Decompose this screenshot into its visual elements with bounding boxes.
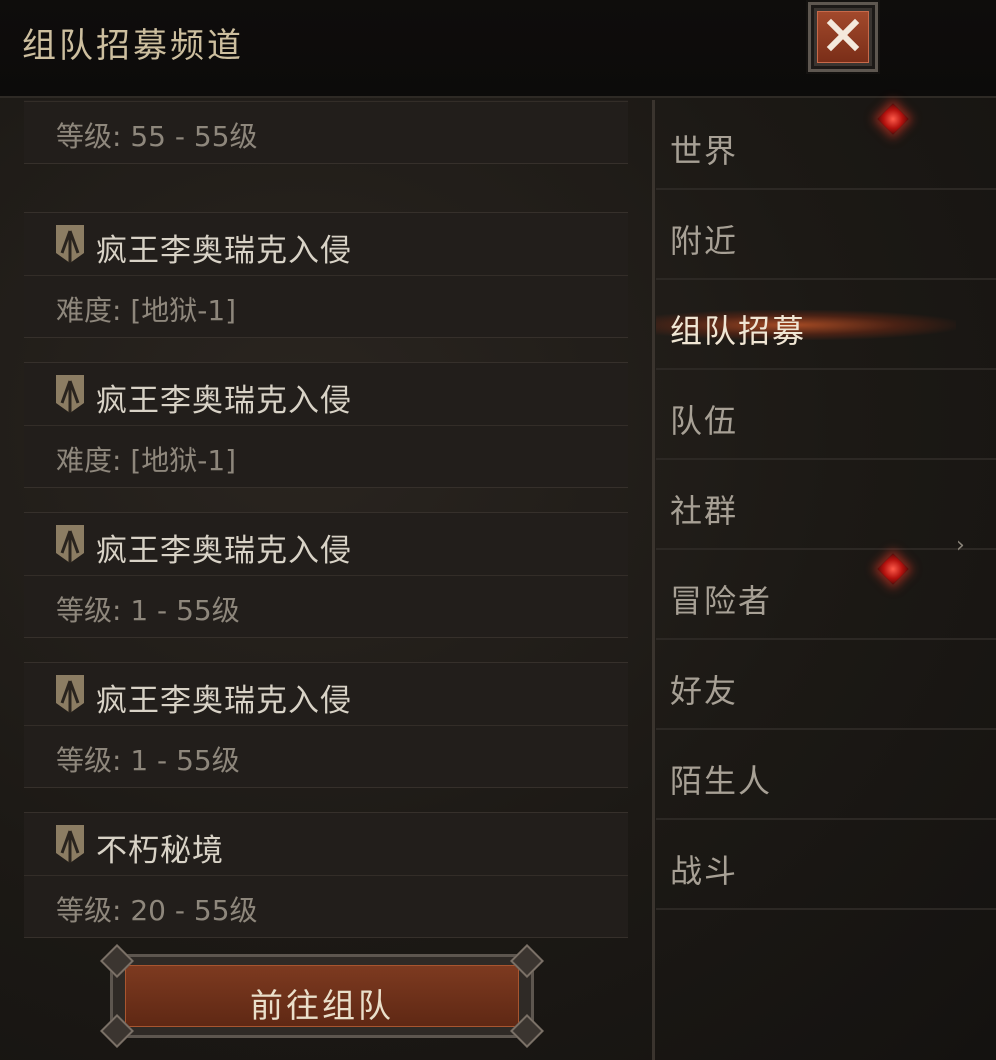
list-item[interactable]: 疯王李奥瑞克入侵 难度: [地狱-1] bbox=[24, 362, 628, 488]
detail-value: [地狱-1] bbox=[130, 444, 237, 477]
detail-value: 55 - 55级 bbox=[130, 120, 258, 153]
tab-strangers[interactable]: 陌生人 bbox=[656, 730, 996, 820]
detail-label: 等级: bbox=[56, 120, 122, 153]
tab-friends[interactable]: 好友 bbox=[656, 640, 996, 730]
recruit-list[interactable]: 等级: 55 - 55级 疯王李奥瑞克入侵 难度: [地狱-1] 疯王李奥瑞克入… bbox=[0, 100, 652, 942]
banner-icon bbox=[56, 675, 84, 713]
list-item-name: 疯王李奥瑞克入侵 bbox=[96, 233, 352, 269]
list-item[interactable]: 疯王李奥瑞克入侵 难度: [地狱-1] bbox=[24, 212, 628, 338]
list-item-detail: 等级: 20 - 55级 bbox=[56, 889, 258, 929]
chevron-right-icon[interactable]: › bbox=[956, 533, 965, 558]
detail-label: 等级: bbox=[56, 894, 122, 927]
notification-badge-icon bbox=[877, 103, 909, 135]
close-button[interactable] bbox=[808, 2, 878, 72]
banner-icon bbox=[56, 375, 84, 413]
tab-label: 队伍 bbox=[670, 402, 739, 440]
page-title: 组队招募频道 bbox=[22, 26, 244, 66]
banner-icon bbox=[56, 225, 84, 263]
tab-community[interactable]: 社群 bbox=[656, 460, 996, 550]
list-item-title-row: 疯王李奥瑞克入侵 bbox=[24, 663, 628, 726]
list-item[interactable]: 疯王李奥瑞克入侵 等级: 1 - 55级 bbox=[24, 512, 628, 638]
list-item[interactable]: 等级: 55 - 55级 bbox=[24, 100, 628, 164]
list-item-name: 疯王李奥瑞克入侵 bbox=[96, 383, 352, 419]
header: 组队招募频道 bbox=[0, 0, 996, 98]
tab-label: 好友 bbox=[670, 672, 739, 710]
tab-label: 社群 bbox=[670, 492, 739, 530]
detail-label: 等级: bbox=[56, 594, 122, 627]
list-item-detail: 难度: [地狱-1] bbox=[56, 439, 236, 479]
tab-label: 组队招募 bbox=[670, 312, 807, 350]
list-item-detail: 等级: 1 - 55级 bbox=[56, 589, 240, 629]
tab-label: 陌生人 bbox=[670, 762, 773, 800]
list-item-title-row bbox=[24, 100, 628, 102]
detail-value: 1 - 55级 bbox=[130, 594, 240, 627]
go-to-team-button[interactable]: 前往组队 bbox=[100, 944, 544, 1048]
close-icon[interactable] bbox=[823, 15, 863, 55]
list-item-title-row: 不朽秘境 bbox=[24, 813, 628, 876]
detail-value: [地狱-1] bbox=[130, 294, 237, 327]
detail-label: 难度: bbox=[56, 294, 122, 327]
list-item-name: 疯王李奥瑞克入侵 bbox=[96, 683, 352, 719]
detail-label: 难度: bbox=[56, 444, 122, 477]
list-item-title-row: 疯王李奥瑞克入侵 bbox=[24, 363, 628, 426]
list-item[interactable]: 不朽秘境 等级: 20 - 55级 bbox=[24, 812, 628, 938]
tab-combat[interactable]: 战斗 bbox=[656, 820, 996, 910]
banner-icon bbox=[56, 825, 84, 863]
tab-world[interactable]: 世界 bbox=[656, 100, 996, 190]
chat-window: 组队招募频道 等级: 55 - 55级 疯王李奥瑞克入侵 难度: [地狱-1] … bbox=[0, 0, 996, 1060]
tab-label: 附近 bbox=[670, 222, 739, 260]
list-item-name: 疯王李奥瑞克入侵 bbox=[96, 533, 352, 569]
detail-value: 1 - 55级 bbox=[130, 744, 240, 777]
list-item-detail: 等级: 1 - 55级 bbox=[56, 739, 240, 779]
tab-label: 冒险者 bbox=[670, 582, 773, 620]
list-item-detail: 等级: 55 - 55级 bbox=[56, 115, 258, 155]
tab-adventurer[interactable]: 冒险者 bbox=[656, 550, 996, 640]
notification-badge-icon bbox=[877, 553, 909, 585]
banner-icon bbox=[56, 525, 84, 563]
tab-label: 世界 bbox=[670, 132, 739, 170]
list-item-title-row: 疯王李奥瑞克入侵 bbox=[24, 513, 628, 576]
detail-label: 等级: bbox=[56, 744, 122, 777]
tab-nearby[interactable]: 附近 bbox=[656, 190, 996, 280]
channel-tabs: 世界 附近 组队招募 队伍 社群 冒险者 好友 陌生人 战斗 bbox=[656, 100, 996, 910]
list-item-name: 不朽秘境 bbox=[96, 833, 224, 869]
list-item-detail: 难度: [地狱-1] bbox=[56, 289, 236, 329]
list-item-title-row: 疯王李奥瑞克入侵 bbox=[24, 213, 628, 276]
go-to-team-label: 前往组队 bbox=[250, 986, 394, 1025]
detail-value: 20 - 55级 bbox=[130, 894, 258, 927]
tab-team-recruit[interactable]: 组队招募 bbox=[656, 280, 996, 370]
panel-divider bbox=[652, 100, 655, 1060]
list-item[interactable]: 疯王李奥瑞克入侵 等级: 1 - 55级 bbox=[24, 662, 628, 788]
tab-label: 战斗 bbox=[670, 852, 739, 890]
tab-team[interactable]: 队伍 bbox=[656, 370, 996, 460]
